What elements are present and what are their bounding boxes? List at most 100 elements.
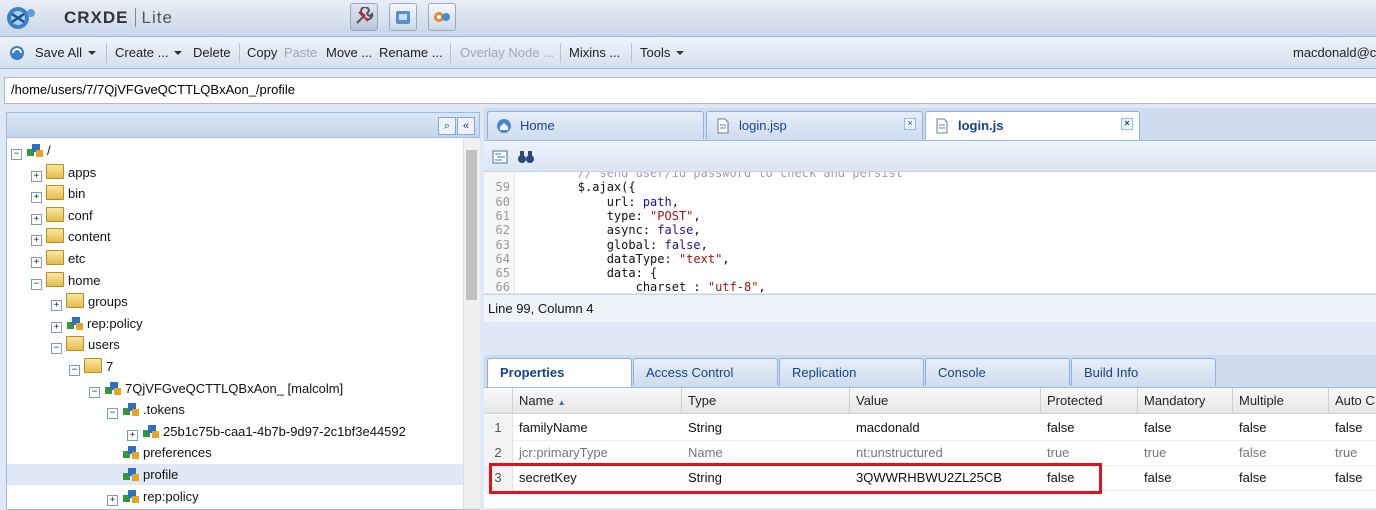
cell-auto-c[interactable]: true [1329,440,1376,465]
code-editor[interactable]: 59 60 61 62 63 64 65 66 // send user/id passwor… [484,172,1376,293]
tree-node[interactable]: profile [7,464,463,485]
cell-name[interactable]: familyName [513,415,682,440]
expand-icon[interactable]: + [31,170,42,182]
collapse-icon[interactable]: − [69,365,80,376]
cell-protected[interactable]: false [1041,465,1138,490]
tab-login-jsp[interactable]: login.jsp × [706,111,923,139]
panel-splitter[interactable] [484,322,1376,354]
collapse-panel-icon[interactable]: « [457,117,475,135]
develop-mode-button[interactable] [350,3,378,31]
property-row[interactable]: 2 jcr:primaryType Name nt:unstructured true t… [484,440,1376,466]
tree-node[interactable]: − users [7,334,463,355]
cell-name[interactable]: jcr:primaryType [513,440,682,465]
cell-mandatory[interactable]: false [1138,465,1233,490]
format-code-icon[interactable] [492,149,508,165]
tree-node[interactable]: +25b1c75b-caa1-4b7b-9d97-2c1bf3e44592 [7,421,463,442]
tree-node[interactable]: + rep:policy [7,313,463,334]
tree-node[interactable]: + conf [7,205,463,226]
expand-icon[interactable]: + [31,257,42,268]
tree-node[interactable]: −7 [7,356,463,377]
copy-button[interactable]: Copy [247,45,277,60]
tree-scrollbar[interactable] [463,138,480,509]
cell-auto-c[interactable]: false [1329,415,1376,440]
tools-menu-button[interactable]: Tools [640,45,685,60]
collapse-icon[interactable]: − [51,343,62,355]
move-button[interactable]: Move ... [326,45,372,60]
tab-login-js[interactable]: login.js × [925,111,1140,140]
tree-node[interactable]: + apps [7,162,463,183]
delete-button[interactable]: Delete [193,45,231,60]
tree-node[interactable]: preferences [7,442,463,463]
cell-type[interactable]: String [682,465,850,490]
column-header-auto-c[interactable]: Auto C [1329,388,1376,414]
cell-protected[interactable]: false [1041,415,1138,440]
tree-node[interactable]: + etc [7,248,463,269]
create-button[interactable]: Create ... [115,45,183,60]
column-header-protected[interactable]: Protected [1041,388,1138,414]
column-header-type[interactable]: Type [682,388,850,414]
tab-console[interactable]: Console [925,358,1070,386]
tree-node[interactable]: − / [7,140,463,161]
expand-icon[interactable]: + [31,213,42,225]
tab-properties[interactable]: Properties [487,358,632,387]
find-binoculars-icon[interactable] [517,149,535,165]
tab-access-control[interactable]: Access Control [633,358,778,386]
cell-multiple[interactable]: false [1233,415,1329,440]
tree-node[interactable]: + bin [7,183,463,204]
cell-value[interactable]: nt:unstructured [850,440,1041,465]
cell-multiple[interactable]: false [1233,440,1329,465]
cell-auto-c[interactable]: false [1329,465,1376,490]
cell-value[interactable]: 3QWWRHBWU2ZL25CB [850,465,1041,490]
save-all-button[interactable]: Save All [35,45,96,60]
tools-mode-button[interactable] [428,3,456,31]
column-header-multiple[interactable]: Multiple [1233,388,1329,414]
mixins-button[interactable]: Mixins ... [569,45,620,60]
cell-mandatory[interactable]: false [1138,415,1233,440]
scrollbar-thumb[interactable] [466,150,477,300]
user-menu[interactable]: macdonald@c [1293,45,1376,60]
column-header-name[interactable]: Name ▲ [513,388,682,414]
property-row[interactable]: 3 secretKey String 3QWWRHBWU2ZL25CB false fal… [484,465,1376,491]
overlay-node-button[interactable]: Overlay Node ... [460,45,554,60]
paste-button[interactable]: Paste [284,45,317,60]
tree-node[interactable]: + content [7,226,463,247]
column-header-mandatory[interactable]: Mandatory [1138,388,1233,414]
cell-type[interactable]: Name [682,440,850,465]
tree-node[interactable]: − home [7,270,463,291]
collapse-icon[interactable]: − [31,278,42,290]
expand-icon[interactable]: + [127,429,138,441]
collapse-icon[interactable]: − [107,408,118,420]
cell-type[interactable]: String [682,415,850,440]
close-icon[interactable]: × [904,118,916,130]
property-row[interactable]: 1 familyName String macdonald false false fals… [484,415,1376,441]
cell-name[interactable]: secretKey [513,465,682,490]
expand-icon[interactable]: + [107,494,118,506]
tab-replication[interactable]: Replication [779,358,924,386]
tree-node-label: content [68,229,111,245]
expand-icon[interactable]: + [51,321,62,333]
expand-icon[interactable]: + [51,300,62,312]
column-header-value[interactable]: Value [850,388,1041,414]
package-mode-button[interactable] [389,3,417,31]
code-line: global: false, [520,237,708,252]
cell-protected[interactable]: true [1041,440,1138,465]
cell-multiple[interactable]: false [1233,465,1329,490]
collapse-icon[interactable]: − [11,149,22,160]
rename-button[interactable]: Rename ... [379,45,443,60]
tree-node[interactable]: + rep:policy [7,486,463,507]
cell-mandatory[interactable]: true [1138,440,1233,465]
tab-home[interactable]: Home [487,111,704,139]
tree-node[interactable]: − 7QjVFGveQCTTLQBxAon_ [malcolm] [7,378,463,399]
collapse-icon[interactable]: − [89,386,100,398]
tab-build-info[interactable]: Build Info [1071,358,1216,386]
binoculars-icon[interactable]: ⌕ [438,117,456,135]
tree-node[interactable]: + groups [7,291,463,312]
expand-icon[interactable]: + [31,235,42,247]
close-icon[interactable]: × [1121,118,1133,130]
tree-node[interactable]: − .tokens [7,399,463,420]
column-header-label: Type [688,393,717,408]
expand-icon[interactable]: + [31,192,42,204]
cell-value[interactable]: macdonald [850,415,1041,440]
path-input[interactable] [5,78,1371,101]
code-lines: // send user/id password to check and pe… [484,172,1376,293]
